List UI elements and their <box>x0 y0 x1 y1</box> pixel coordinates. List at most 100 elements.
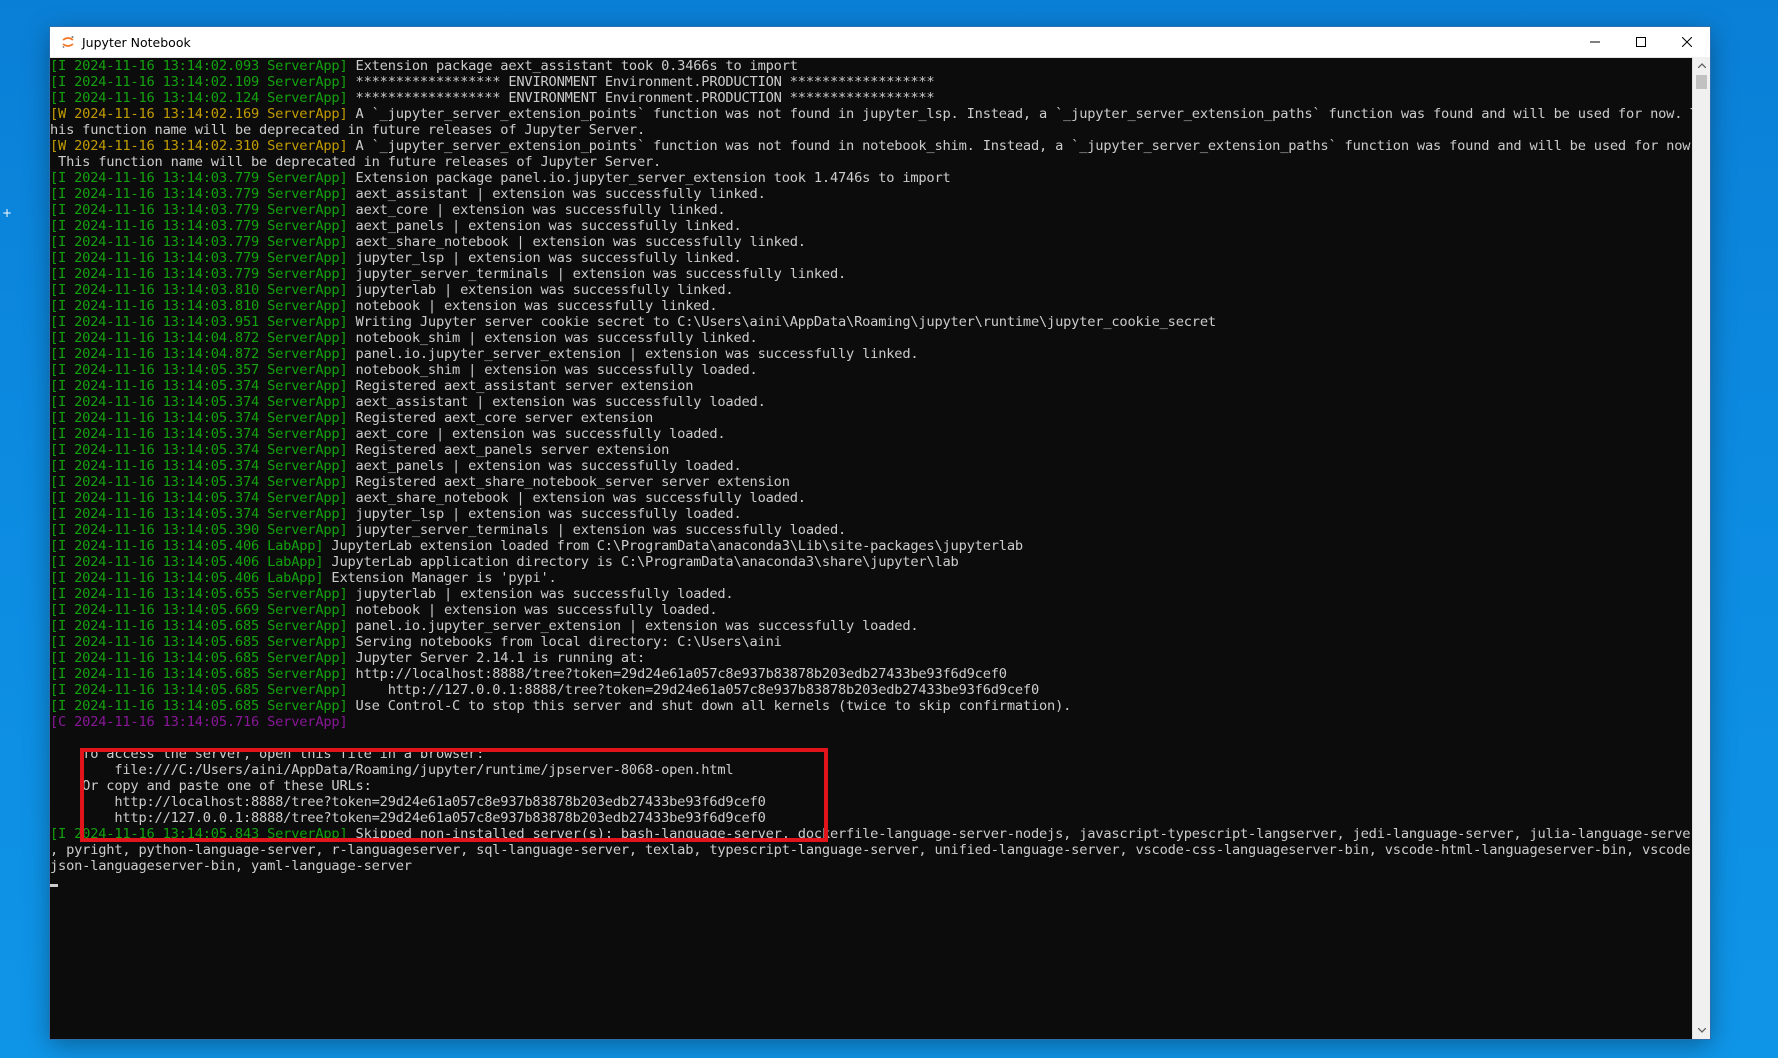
log-message: jupyterlab | extension was successfully … <box>347 586 734 602</box>
minimize-button[interactable] <box>1572 27 1618 57</box>
log-prefix: [I 2024-11-16 13:14:02.124 ServerApp] <box>50 90 348 106</box>
console-line: [I 2024-11-16 13:14:05.374 ServerApp] ae… <box>50 426 1693 442</box>
log-prefix: [I 2024-11-16 13:14:05.406 LabApp] <box>50 538 324 554</box>
log-prefix: [I 2024-11-16 13:14:05.685 ServerApp] <box>50 650 348 666</box>
log-prefix: [I 2024-11-16 13:14:04.872 ServerApp] <box>50 346 348 362</box>
window-controls <box>1572 27 1710 57</box>
log-prefix: [W 2024-11-16 13:14:02.169 ServerApp] <box>50 106 348 122</box>
close-button[interactable] <box>1664 27 1710 57</box>
console-line: [I 2024-11-16 13:14:05.843 ServerApp] Sk… <box>50 826 1693 842</box>
log-prefix: [I 2024-11-16 13:14:05.843 ServerApp] <box>50 826 348 842</box>
log-prefix: [I 2024-11-16 13:14:03.779 ServerApp] <box>50 250 348 266</box>
console-line: [I 2024-11-16 13:14:05.685 ServerApp] Ju… <box>50 650 1693 666</box>
log-prefix: [I 2024-11-16 13:14:03.779 ServerApp] <box>50 234 348 250</box>
log-prefix: [I 2024-11-16 13:14:05.374 ServerApp] <box>50 490 348 506</box>
log-message: jupyter_server_terminals | extension was… <box>347 522 847 538</box>
maximize-button[interactable] <box>1618 27 1664 57</box>
log-message: Writing Jupyter server cookie secret to … <box>347 314 1217 330</box>
log-prefix: [I 2024-11-16 13:14:05.374 ServerApp] <box>50 378 348 394</box>
log-prefix: [I 2024-11-16 13:14:05.374 ServerApp] <box>50 506 348 522</box>
console-line: his function name will be deprecated in … <box>50 122 1693 138</box>
log-prefix: [I 2024-11-16 13:14:03.779 ServerApp] <box>50 218 348 234</box>
log-prefix: [I 2024-11-16 13:14:04.872 ServerApp] <box>50 330 348 346</box>
console-line: [I 2024-11-16 13:14:05.390 ServerApp] ju… <box>50 522 1693 538</box>
console-line: This function name will be deprecated in… <box>50 154 1693 170</box>
log-prefix: [I 2024-11-16 13:14:05.685 ServerApp] <box>50 666 348 682</box>
log-message: notebook | extension was successfully li… <box>347 298 718 314</box>
console-line: [I 2024-11-16 13:14:03.779 ServerApp] Ex… <box>50 170 1693 186</box>
log-message: notebook | extension was successfully lo… <box>347 602 718 618</box>
log-prefix: [I 2024-11-16 13:14:05.390 ServerApp] <box>50 522 348 538</box>
console-line: [I 2024-11-16 13:14:04.872 ServerApp] no… <box>50 330 1693 346</box>
log-message: Jupyter Server 2.14.1 is running at: <box>347 650 646 666</box>
log-message: http://127.0.0.1:8888/tree?token=29d24e6… <box>50 810 766 826</box>
console-line: http://localhost:8888/tree?token=29d24e6… <box>50 794 1693 810</box>
log-prefix: [I 2024-11-16 13:14:02.109 ServerApp] <box>50 74 348 90</box>
log-message: http://localhost:8888/tree?token=29d24e6… <box>50 794 766 810</box>
minimize-icon <box>1590 41 1600 43</box>
log-message: aext_core | extension was successfully l… <box>347 202 726 218</box>
log-message: json-languageserver-bin, yaml-language-s… <box>50 858 412 874</box>
log-message: aext_core | extension was successfully l… <box>347 426 726 442</box>
log-prefix: [I 2024-11-16 13:14:05.374 ServerApp] <box>50 458 348 474</box>
console-line: http://127.0.0.1:8888/tree?token=29d24e6… <box>50 810 1693 826</box>
console-line: [I 2024-11-16 13:14:05.685 ServerApp] pa… <box>50 618 1693 634</box>
log-message: aext_share_notebook | extension was succ… <box>347 490 806 506</box>
log-prefix: [I 2024-11-16 13:14:02.093 ServerApp] <box>50 58 348 74</box>
log-message: his function name will be deprecated in … <box>50 122 646 138</box>
log-prefix: [I 2024-11-16 13:14:03.951 ServerApp] <box>50 314 348 330</box>
log-prefix: [I 2024-11-16 13:14:03.810 ServerApp] <box>50 282 348 298</box>
log-message: panel.io.jupyter_server_extension | exte… <box>347 618 919 634</box>
window-title: Jupyter Notebook <box>82 34 191 50</box>
console-line: [I 2024-11-16 13:14:05.685 ServerApp] Se… <box>50 634 1693 650</box>
maximize-icon <box>1636 37 1646 47</box>
log-message: aext_share_notebook | extension was succ… <box>347 234 806 250</box>
vertical-scrollbar[interactable] <box>1692 57 1710 1039</box>
console-line: [I 2024-11-16 13:14:05.685 ServerApp] ht… <box>50 682 1693 698</box>
log-message: JupyterLab application directory is C:\P… <box>323 554 959 570</box>
log-prefix: [I 2024-11-16 13:14:03.779 ServerApp] <box>50 266 348 282</box>
log-message: aext_assistant | extension was successfu… <box>347 394 766 410</box>
log-message: jupyter_lsp | extension was successfully… <box>347 250 742 266</box>
log-message: To access the server, open this file in … <box>50 746 485 762</box>
console-line: , pyright, python-language-server, r-lan… <box>50 842 1693 858</box>
console-line: [C 2024-11-16 13:14:05.716 ServerApp] <box>50 714 1693 730</box>
log-message: Skipped non-installed server(s): bash-la… <box>347 826 1693 842</box>
console-line: [I 2024-11-16 13:14:05.374 ServerApp] ae… <box>50 458 1693 474</box>
console-line: [I 2024-11-16 13:14:02.093 ServerApp] Ex… <box>50 58 1693 74</box>
log-message: aext_panels | extension was successfully… <box>347 218 742 234</box>
scroll-up-button[interactable] <box>1693 57 1710 74</box>
console-line: [I 2024-11-16 13:14:03.779 ServerApp] ae… <box>50 202 1693 218</box>
console-line: [I 2024-11-16 13:14:05.406 LabApp] Jupyt… <box>50 538 1693 554</box>
console-line: [I 2024-11-16 13:14:02.124 ServerApp] **… <box>50 90 1693 106</box>
console-line: [I 2024-11-16 13:14:05.374 ServerApp] ae… <box>50 490 1693 506</box>
console-line: [I 2024-11-16 13:14:05.406 LabApp] Jupyt… <box>50 554 1693 570</box>
log-prefix: [I 2024-11-16 13:14:05.685 ServerApp] <box>50 634 348 650</box>
log-prefix: [I 2024-11-16 13:14:05.685 ServerApp] <box>50 618 348 634</box>
log-prefix: [I 2024-11-16 13:14:03.810 ServerApp] <box>50 298 348 314</box>
console-line: [I 2024-11-16 13:14:03.779 ServerApp] ju… <box>50 266 1693 282</box>
log-prefix: [I 2024-11-16 13:14:03.779 ServerApp] <box>50 186 348 202</box>
log-message: Extension package panel.io.jupyter_serve… <box>347 170 951 186</box>
console-line: [I 2024-11-16 13:14:05.357 ServerApp] no… <box>50 362 1693 378</box>
log-message: aext_panels | extension was successfully… <box>347 458 742 474</box>
console-line: [I 2024-11-16 13:14:05.655 ServerApp] ju… <box>50 586 1693 602</box>
close-icon <box>1682 37 1692 47</box>
scroll-down-button[interactable] <box>1693 1022 1710 1039</box>
log-prefix: [I 2024-11-16 13:14:03.779 ServerApp] <box>50 170 348 186</box>
console-line: [I 2024-11-16 13:14:03.779 ServerApp] ae… <box>50 234 1693 250</box>
console-line: [I 2024-11-16 13:14:05.374 ServerApp] ae… <box>50 394 1693 410</box>
chevron-down-icon <box>1697 1028 1706 1033</box>
log-prefix: [I 2024-11-16 13:14:05.406 LabApp] <box>50 570 324 586</box>
title-bar[interactable]: Jupyter Notebook <box>50 27 1710 58</box>
console-line: [I 2024-11-16 13:14:05.406 LabApp] Exten… <box>50 570 1693 586</box>
console-line: [W 2024-11-16 13:14:02.310 ServerApp] A … <box>50 138 1693 154</box>
log-message: jupyter_server_terminals | extension was… <box>347 266 847 282</box>
console-line: json-languageserver-bin, yaml-language-s… <box>50 858 1693 874</box>
console-line: [I 2024-11-16 13:14:05.374 ServerApp] Re… <box>50 410 1693 426</box>
console-output[interactable]: [I 2024-11-16 13:14:02.093 ServerApp] Ex… <box>50 57 1693 1040</box>
scroll-thumb[interactable] <box>1696 75 1707 89</box>
log-message: Serving notebooks from local directory: … <box>347 634 782 650</box>
log-prefix: [I 2024-11-16 13:14:05.357 ServerApp] <box>50 362 348 378</box>
